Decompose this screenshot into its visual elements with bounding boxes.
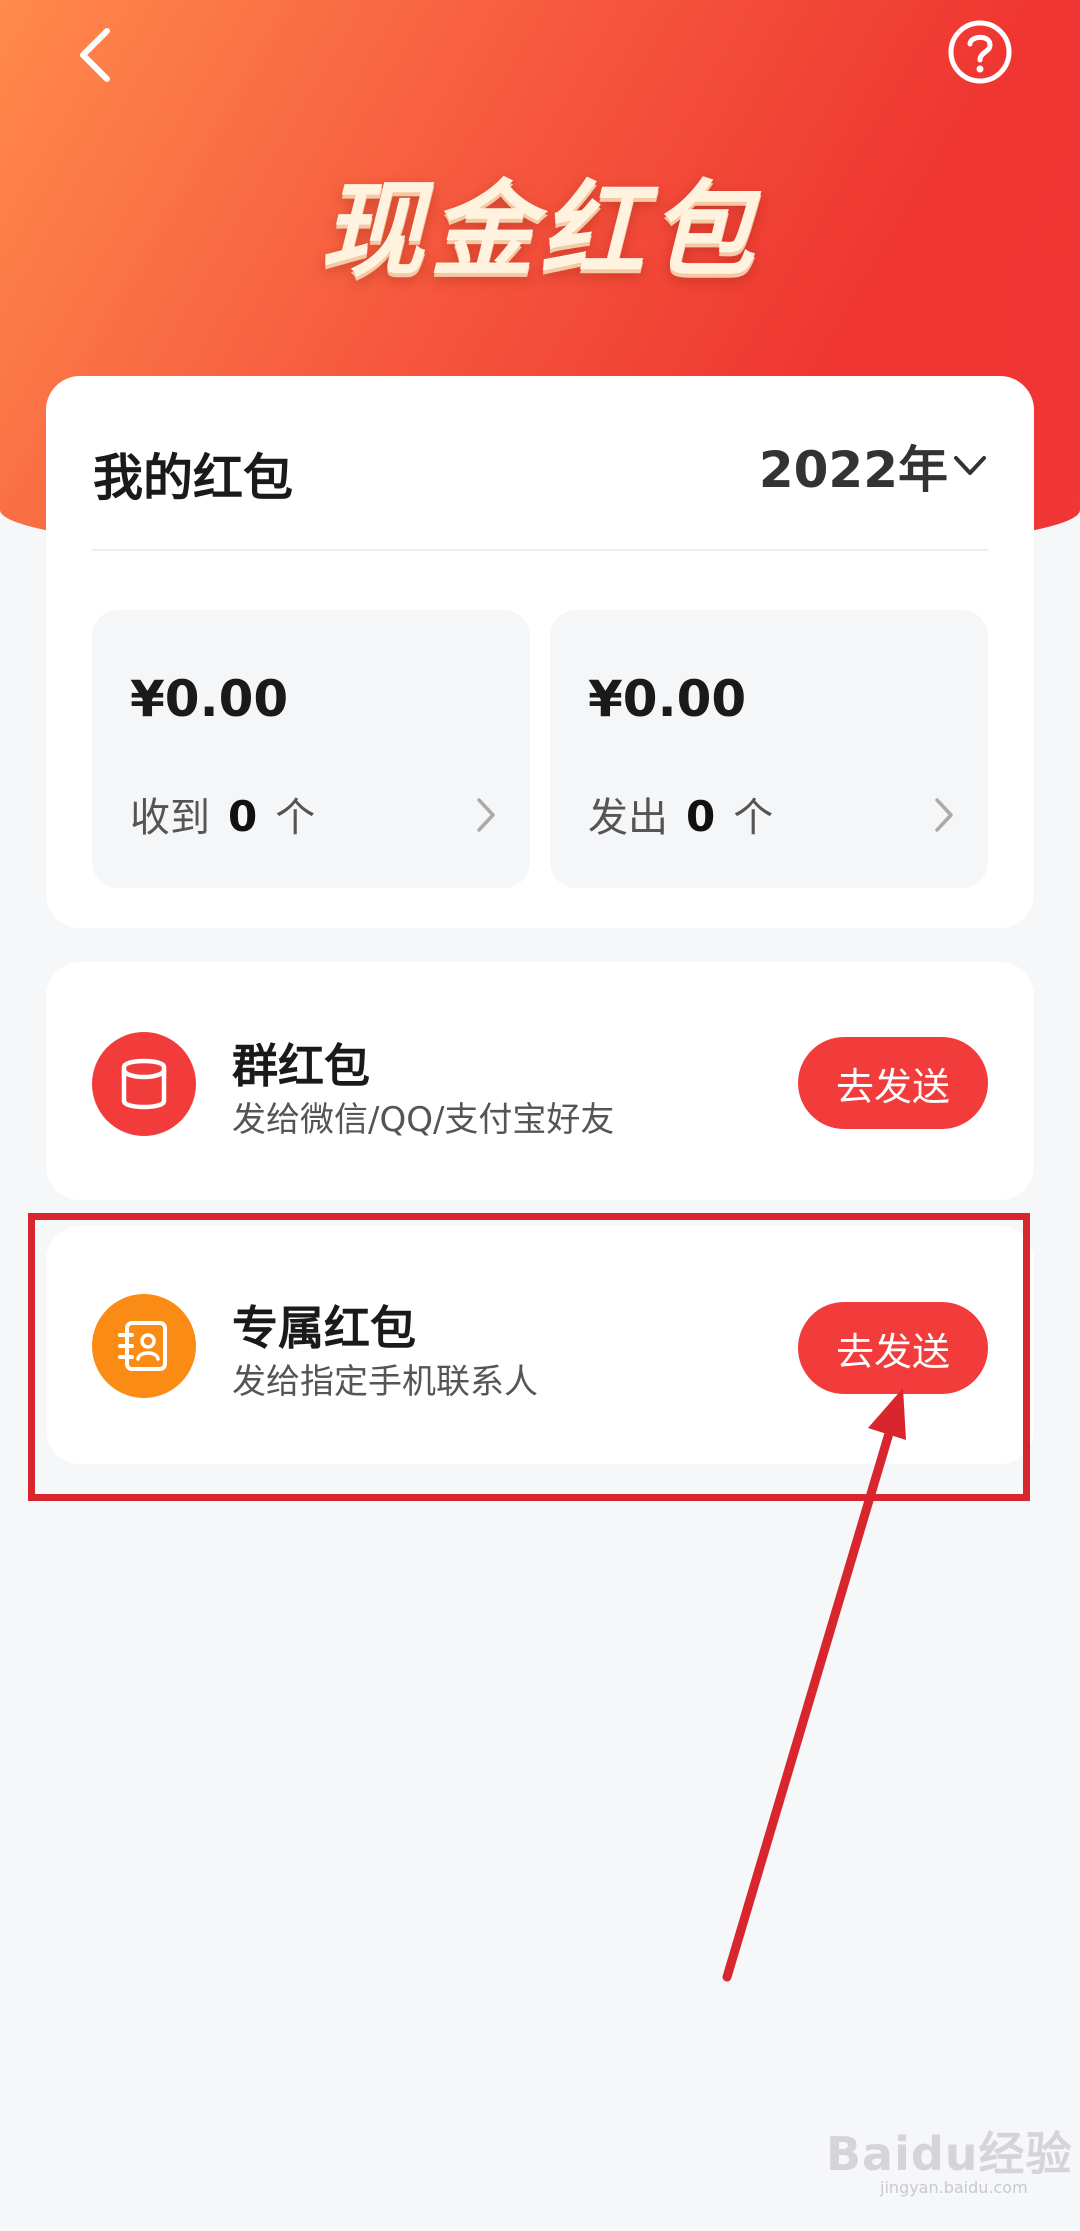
watermark-brand: Baidu经验 xyxy=(826,2127,1073,2181)
arrow-shaft xyxy=(722,1415,898,1982)
arrow-head xyxy=(868,1388,906,1440)
annotation-arrow xyxy=(722,1388,906,1982)
watermark-url: jingyan.baidu.com xyxy=(880,2178,1028,2197)
